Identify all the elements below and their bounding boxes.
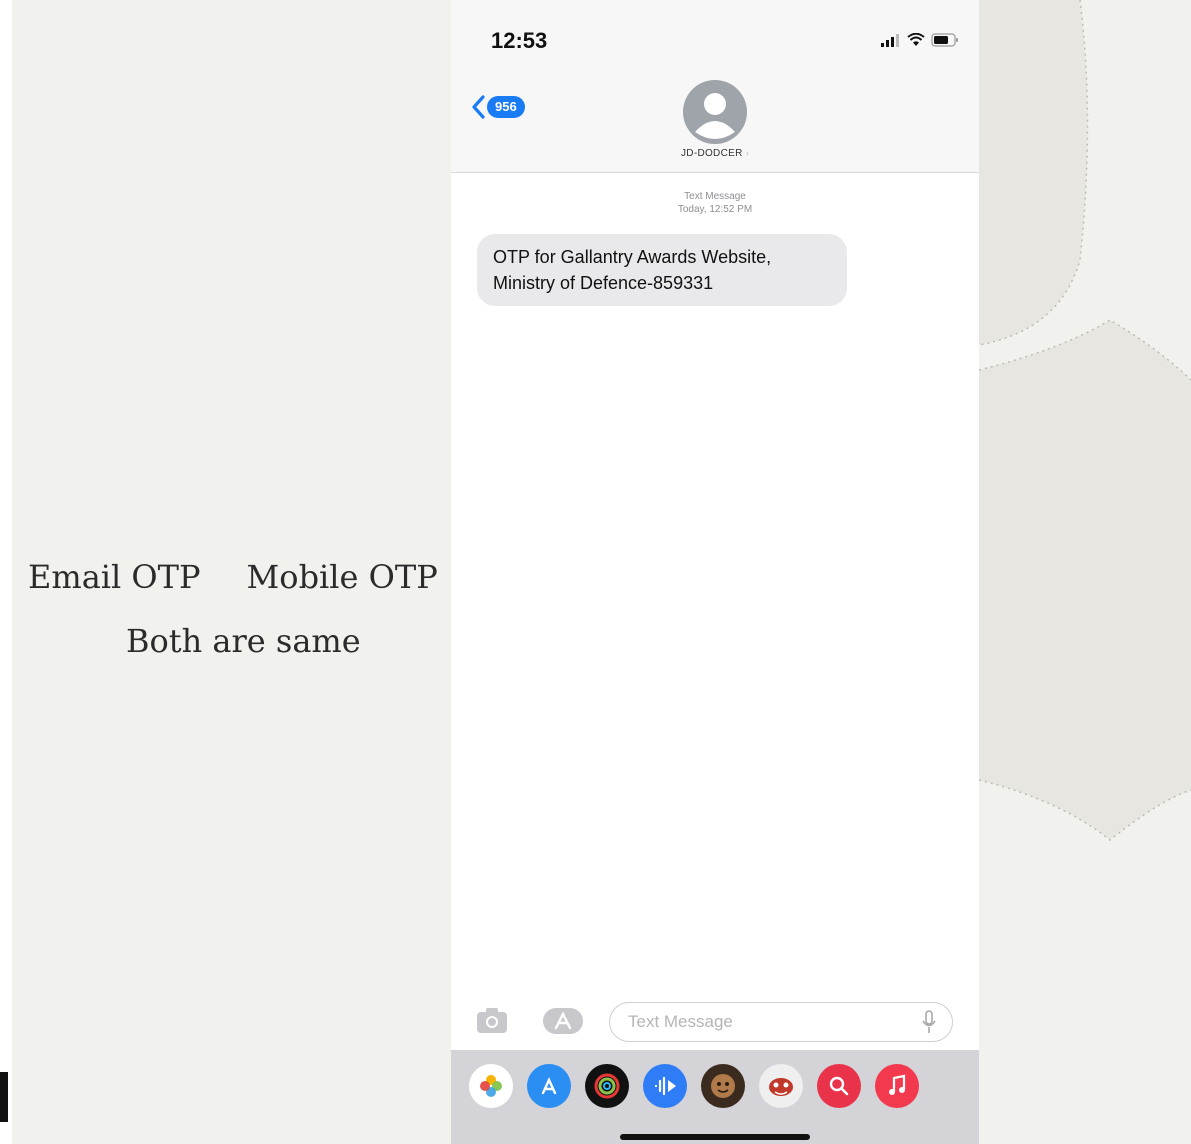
- chevron-right-icon: ›: [745, 148, 749, 158]
- edge-mark: [0, 1072, 8, 1122]
- phone-screenshot: 12:53 956 JD-DODCER › Text Message Today…: [451, 0, 979, 1144]
- message-timestamp: Text Message Today, 12:52 PM: [451, 190, 979, 216]
- conversation-header: 956 JD-DODCER ›: [451, 80, 979, 173]
- message-input[interactable]: Text Message: [609, 1002, 953, 1042]
- status-time: 12:53: [491, 28, 548, 53]
- wifi-icon: [907, 33, 925, 46]
- unread-count-badge: 956: [487, 96, 525, 118]
- battery-icon: [931, 33, 958, 47]
- photos-glyph-icon: [480, 1075, 502, 1097]
- audio-icon[interactable]: [643, 1064, 687, 1108]
- memoji-icon[interactable]: [701, 1064, 745, 1108]
- message-text-line: Ministry of Defence-859331: [493, 273, 714, 293]
- animoji-icon[interactable]: [759, 1064, 803, 1108]
- signal-icon: [881, 34, 899, 47]
- message-composer: Text Message: [451, 996, 979, 1050]
- contact-name-text: JD-DODCER: [681, 148, 743, 159]
- imessage-app-drawer: [451, 1050, 979, 1144]
- app-store-glyph-icon: [541, 1077, 557, 1095]
- message-time-label: Today, 12:52 PM: [677, 204, 753, 215]
- app-store-drawer-icon[interactable]: [541, 1006, 585, 1036]
- caption-otp-labels: Email OTP Mobile OTP: [28, 558, 438, 596]
- activity-rings-icon: [594, 1073, 620, 1099]
- audio-waveform-icon: [654, 1076, 676, 1096]
- contact-avatar-icon[interactable]: [683, 80, 747, 144]
- message-text-line: OTP for Gallantry Awards Website,: [493, 247, 772, 267]
- memoji-face-icon: [711, 1074, 735, 1098]
- music-icon[interactable]: [875, 1064, 919, 1108]
- contact-name[interactable]: JD-DODCER ›: [451, 148, 979, 159]
- incoming-message-bubble[interactable]: OTP for Gallantry Awards Website, Minist…: [477, 234, 847, 306]
- microphone-icon[interactable]: [921, 1010, 937, 1034]
- photos-icon[interactable]: [469, 1064, 513, 1108]
- search-images-icon[interactable]: [817, 1064, 861, 1108]
- animoji-face-icon: [769, 1078, 793, 1096]
- chevron-left-icon: [472, 95, 485, 119]
- music-note-icon: [889, 1074, 906, 1095]
- status-icons: [881, 30, 959, 50]
- activity-icon[interactable]: [585, 1064, 629, 1108]
- caption-email-otp: Email OTP: [28, 558, 201, 596]
- caption-both-same: Both are same: [126, 622, 361, 660]
- camera-icon[interactable]: [475, 1006, 509, 1036]
- back-button[interactable]: 956: [471, 92, 525, 122]
- app-store-icon[interactable]: [527, 1064, 571, 1108]
- caption-mobile-otp: Mobile OTP: [246, 558, 438, 596]
- left-margin-strip: [0, 0, 12, 1144]
- home-indicator[interactable]: [620, 1134, 810, 1140]
- search-glyph-icon: [829, 1076, 849, 1096]
- status-bar: 12:53: [451, 0, 979, 80]
- app-drawer-icons: [469, 1064, 919, 1108]
- message-type-label: Text Message: [684, 191, 746, 202]
